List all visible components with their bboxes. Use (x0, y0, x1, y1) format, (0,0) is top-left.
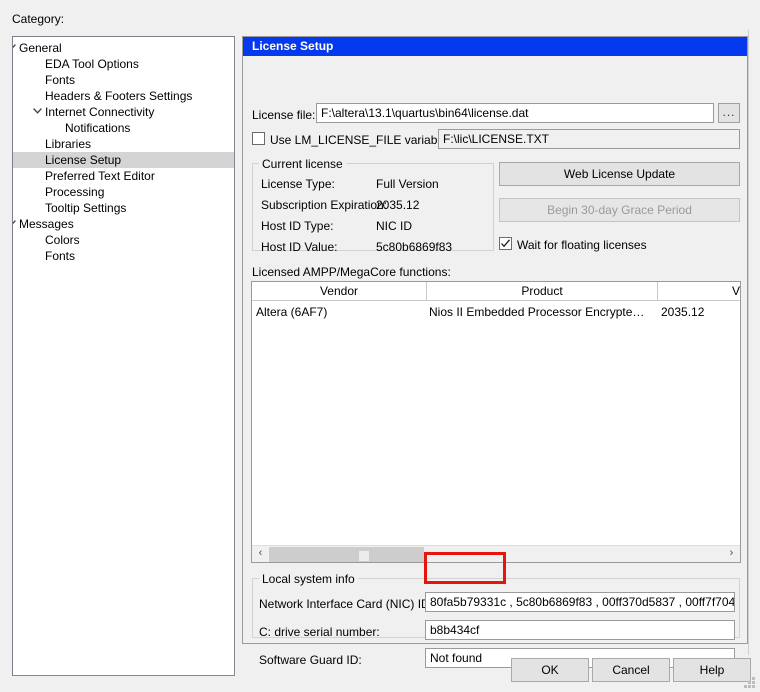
sidebar-item-label: Internet Connectivity (45, 105, 155, 119)
cell-product: Nios II Embedded Processor Encrypte… (429, 305, 645, 319)
wait-floating-licenses-label: Wait for floating licenses (517, 238, 647, 252)
nic-id-label: Network Interface Card (NIC) ID: (259, 597, 434, 611)
sidebar-item-label: Colors (45, 233, 80, 247)
subscription-expiration-value: 2035.12 (376, 198, 420, 212)
help-button[interactable]: Help (673, 658, 751, 682)
sidebar-item-label: Libraries (45, 137, 92, 151)
use-lm-license-file-label: Use LM_LICENSE_FILE variable: (270, 133, 451, 147)
sidebar-item-eda-tool-options[interactable]: EDA Tool Options (13, 56, 234, 72)
sidebar-item-license-setup[interactable]: License Setup (13, 152, 234, 168)
lm-license-file-value[interactable]: F:\lic\LICENSE.TXT (438, 129, 740, 149)
sidebar-item-label: Tooltip Settings (45, 201, 127, 215)
sidebar-item-label: Preferred Text Editor (45, 169, 155, 183)
cell-vendor: Altera (6AF7) (256, 305, 328, 319)
ok-button[interactable]: OK (511, 658, 589, 682)
table-col-vendor[interactable]: Vendor (252, 282, 427, 301)
sidebar-item-headers-footers-settings[interactable]: Headers & Footers Settings (13, 88, 234, 104)
scrollbar-thumb[interactable] (269, 547, 424, 562)
sidebar-item-general[interactable]: General (13, 40, 234, 56)
c-drive-serial-label: C: drive serial number: (259, 625, 380, 639)
cancel-button[interactable]: Cancel (592, 658, 670, 682)
sidebar-item-label: Messages (19, 217, 74, 231)
chevron-down-icon[interactable] (31, 104, 43, 120)
license-file-input[interactable]: F:\altera\13.1\quartus\bin64\license.dat (316, 103, 714, 123)
host-id-value-label: Host ID Value: (261, 240, 338, 254)
table-col-version[interactable]: V (658, 282, 740, 301)
host-id-type-value: NIC ID (376, 219, 412, 233)
license-type-label: License Type: (261, 177, 335, 191)
chevron-down-icon[interactable] (13, 40, 17, 56)
chevron-down-icon[interactable] (13, 216, 17, 232)
sidebar-item-label: Fonts (45, 73, 76, 87)
sidebar-item-notifications[interactable]: Notifications (13, 120, 234, 136)
web-license-update-button[interactable]: Web License Update (499, 162, 740, 186)
sidebar-item-fonts[interactable]: Fonts (13, 248, 234, 264)
category-tree[interactable]: General EDA Tool Options Fonts Headers & Fo… (12, 36, 235, 676)
nic-id-value[interactable]: 80fa5b79331c , 5c80b6869f83 , 00ff370d58… (425, 592, 735, 612)
sidebar-item-label: Headers & Footers Settings (45, 89, 193, 103)
use-lm-license-file-checkbox[interactable] (252, 132, 265, 145)
table-header-row: Vendor Product V (252, 282, 740, 301)
table-col-product[interactable]: Product (427, 282, 658, 301)
software-guard-id-label: Software Guard ID: (259, 653, 362, 667)
sidebar-item-processing[interactable]: Processing (13, 184, 234, 200)
licensed-functions-label: Licensed AMPP/MegaCore functions: (252, 265, 451, 279)
license-setup-pane: License Setup License file: F:\altera\13… (242, 36, 748, 668)
host-id-type-label: Host ID Type: (261, 219, 334, 233)
license-type-value: Full Version (376, 177, 439, 191)
sidebar-item-label: License Setup (45, 153, 122, 167)
resize-grip-icon[interactable] (744, 677, 756, 689)
sidebar-item-label: Notifications (65, 121, 131, 135)
sidebar-item-fonts[interactable]: Fonts (13, 72, 234, 88)
sidebar-item-label: General (19, 41, 62, 55)
c-drive-serial-value[interactable]: b8b434cf (425, 620, 735, 640)
local-system-info-group-title: Local system info (259, 573, 358, 585)
scrollbar-grip (359, 551, 369, 561)
pane-divider (748, 30, 749, 655)
sidebar-item-internet-connectivity[interactable]: Internet Connectivity (13, 104, 234, 120)
checkmark-icon (501, 239, 510, 248)
sidebar-item-label: EDA Tool Options (45, 57, 139, 71)
sidebar-item-tooltip-settings[interactable]: Tooltip Settings (13, 200, 234, 216)
browse-license-file-button[interactable]: ... (718, 103, 740, 123)
wait-floating-licenses-checkbox[interactable] (499, 237, 512, 250)
cell-version: 2035.12 (661, 305, 705, 319)
license-file-label: License file: (252, 108, 316, 122)
sidebar-item-preferred-text-editor[interactable]: Preferred Text Editor (13, 168, 234, 184)
begin-grace-period-button[interactable]: Begin 30-day Grace Period (499, 198, 740, 222)
licensed-functions-table[interactable]: Vendor Product V Altera (6AF7) Nios II E… (251, 281, 741, 563)
sidebar-item-colors[interactable]: Colors (13, 232, 234, 248)
host-id-value-value: 5c80b6869f83 (376, 240, 453, 254)
current-license-group-title: Current license (259, 158, 346, 170)
license-setup-dialog: Category: General EDA Tool Options Fonts He… (0, 0, 760, 692)
scroll-right-arrow-icon[interactable]: › (723, 546, 740, 562)
scroll-left-arrow-icon[interactable]: ‹ (252, 546, 269, 562)
sidebar-item-label: Fonts (45, 249, 76, 263)
sidebar-item-messages[interactable]: Messages (13, 216, 234, 232)
pane-title: License Setup (243, 37, 747, 56)
sidebar-item-libraries[interactable]: Libraries (13, 136, 234, 152)
sidebar-item-label: Processing (45, 185, 105, 199)
category-label: Category: (12, 12, 65, 26)
subscription-expiration-label: Subscription Expiration: (261, 198, 388, 212)
table-horizontal-scrollbar[interactable]: ‹ › (252, 545, 740, 562)
